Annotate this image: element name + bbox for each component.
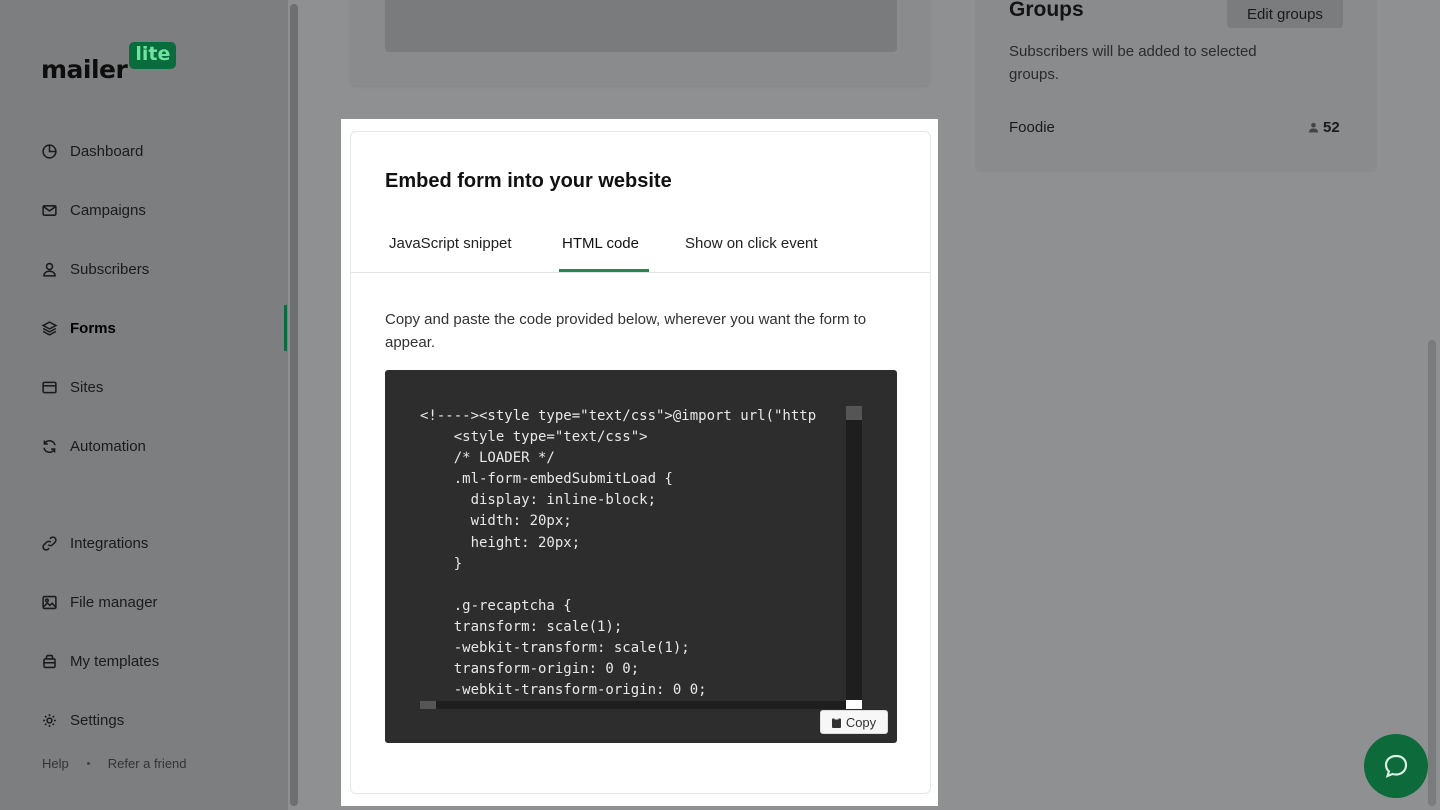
browser-icon bbox=[40, 378, 58, 396]
sidebar-item-dashboard[interactable]: Dashboard bbox=[40, 139, 143, 163]
sidebar-item-label: Subscribers bbox=[70, 260, 150, 278]
sidebar bbox=[0, 0, 288, 810]
sidebar-item-my-templates[interactable]: My templates bbox=[40, 649, 159, 673]
sidebar-item-label: My templates bbox=[70, 652, 160, 670]
link-icon bbox=[40, 534, 58, 552]
sidebar-item-integrations[interactable]: Integrations bbox=[40, 531, 148, 555]
sidebar-item-label: Sites bbox=[70, 378, 104, 396]
sidebar-item-file-manager[interactable]: File manager bbox=[40, 590, 158, 614]
sidebar-item-sites[interactable]: Sites bbox=[40, 375, 103, 399]
sidebar-item-label: Settings bbox=[70, 711, 125, 729]
mail-icon bbox=[40, 201, 58, 219]
briefcase-icon bbox=[40, 652, 58, 670]
code-line: -webkit-transform-origin: 0 0; bbox=[420, 682, 707, 699]
code-line: } bbox=[420, 555, 463, 572]
code-block[interactable]: <!----><style type="text/css">@import ur… bbox=[385, 370, 897, 743]
page-scrollbar[interactable] bbox=[1428, 340, 1436, 806]
separator-dot bbox=[86, 762, 90, 765]
code-line: transform: scale(1); bbox=[420, 618, 623, 635]
tab-javascript-snippet[interactable]: JavaScript snippet bbox=[389, 235, 512, 273]
resize-corner[interactable] bbox=[846, 700, 862, 709]
groups-title: Groups bbox=[1009, 0, 1084, 21]
sidebar-item-settings[interactable]: Settings bbox=[40, 708, 124, 732]
code-line: height: 20px; bbox=[420, 534, 581, 551]
help-link[interactable]: Help bbox=[42, 756, 69, 771]
copy-button[interactable]: Copy bbox=[820, 710, 888, 734]
sidebar-item-campaigns[interactable]: Campaigns bbox=[40, 198, 146, 222]
active-indicator bbox=[284, 305, 287, 351]
code-horizontal-scrollbar[interactable] bbox=[420, 701, 846, 709]
sidebar-item-forms[interactable]: Forms bbox=[40, 316, 116, 340]
code-vertical-scrollbar[interactable] bbox=[846, 406, 862, 707]
mailerlite-logo[interactable]: mailer lite bbox=[41, 42, 177, 84]
sidebar-item-label: Campaigns bbox=[70, 201, 146, 219]
refresh-icon bbox=[40, 437, 58, 455]
code-vertical-scroll-thumb[interactable] bbox=[846, 406, 862, 420]
logo-text: mailer bbox=[41, 55, 128, 84]
code-line: <style type="text/css"> bbox=[420, 429, 648, 446]
group-name: Foodie bbox=[1009, 119, 1055, 136]
sidebar-item-label: Dashboard bbox=[70, 142, 144, 160]
edit-groups-button[interactable]: Edit groups bbox=[1227, 0, 1343, 28]
tab-html-code[interactable]: HTML code bbox=[562, 235, 639, 273]
refer-a-friend-link[interactable]: Refer a friend bbox=[108, 756, 187, 771]
code-textarea[interactable]: <!----><style type="text/css">@import ur… bbox=[420, 406, 847, 703]
copy-button-label: Copy bbox=[845, 714, 877, 730]
layers-icon bbox=[40, 319, 58, 337]
groups-description: Subscribers will be added to selected gr… bbox=[1009, 43, 1257, 83]
group-subscriber-count: 52 bbox=[1308, 119, 1340, 136]
sidebar-item-label: Forms bbox=[70, 319, 116, 337]
group-count-value: 52 bbox=[1323, 119, 1340, 136]
code-line: transform-origin: 0 0; bbox=[420, 661, 640, 678]
code-line: /* LOADER */ bbox=[420, 450, 555, 467]
gear-icon bbox=[40, 711, 58, 729]
sidebar-footer: Help Refer a friend bbox=[42, 756, 187, 771]
clipboard-icon bbox=[831, 716, 841, 728]
chat-support-button[interactable] bbox=[1364, 734, 1428, 798]
code-line: .ml-form-embedSubmitLoad { bbox=[420, 471, 673, 488]
form-preview-area bbox=[385, 0, 897, 52]
code-line: <!----><style type="text/css">@import ur… bbox=[420, 408, 817, 424]
code-line: display: inline-block; bbox=[420, 492, 657, 509]
sidebar-item-label: Integrations bbox=[70, 534, 149, 552]
sidebar-item-label: File manager bbox=[70, 593, 158, 611]
chat-icon bbox=[1384, 754, 1408, 778]
code-line: .g-recaptcha { bbox=[420, 597, 572, 614]
sidebar-item-label: Automation bbox=[70, 437, 146, 455]
logo-badge: lite bbox=[129, 42, 177, 69]
sidebar-item-automation[interactable]: Automation bbox=[40, 434, 146, 458]
tab-show-on-click-event[interactable]: Show on click event bbox=[685, 235, 818, 273]
dashboard-icon bbox=[40, 142, 58, 160]
code-line: -webkit-transform: scale(1); bbox=[420, 640, 690, 657]
sidebar-scrollbar[interactable] bbox=[290, 4, 298, 806]
code-horizontal-scroll-thumb[interactable] bbox=[420, 701, 436, 709]
code-line: ​ bbox=[420, 575, 847, 596]
sidebar-item-subscribers[interactable]: Subscribers bbox=[40, 257, 149, 281]
modal-title: Embed form into your website bbox=[385, 170, 672, 192]
tabs-divider bbox=[351, 272, 930, 273]
user-icon bbox=[40, 260, 58, 278]
image-icon bbox=[40, 593, 58, 611]
user-icon bbox=[1308, 122, 1319, 133]
code-line: width: 20px; bbox=[420, 513, 572, 530]
instructions-text: Copy and paste the code provided below, … bbox=[385, 311, 867, 351]
